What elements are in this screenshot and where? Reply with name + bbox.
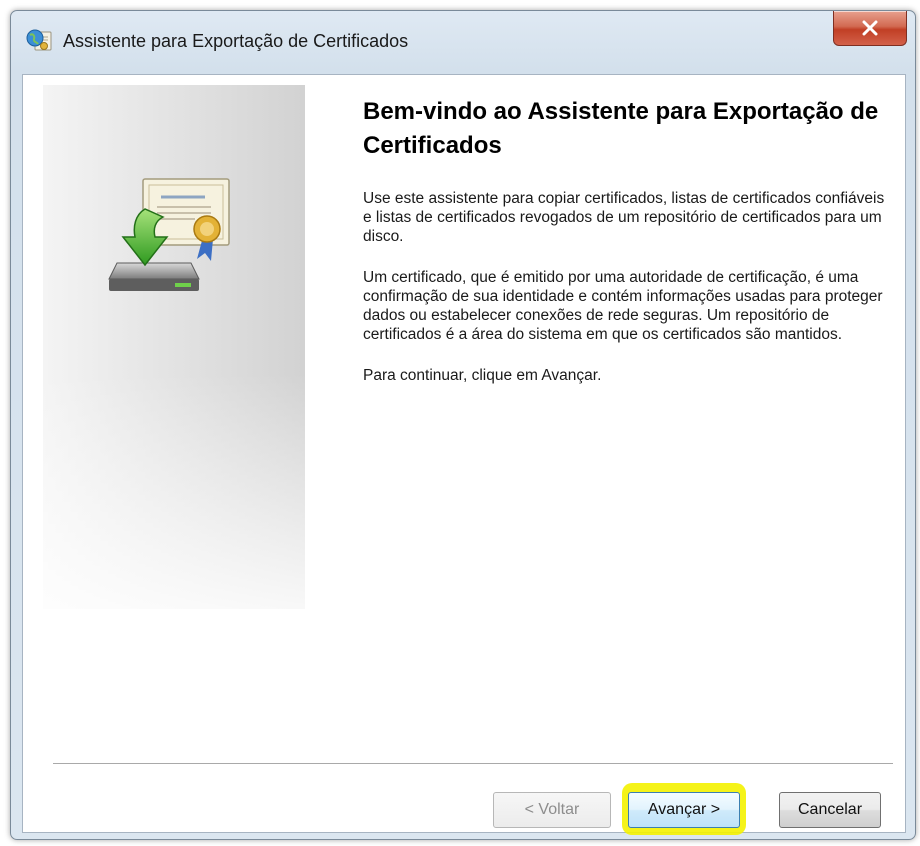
back-button[interactable]: < Voltar <box>493 792 611 828</box>
window-title: Assistente para Exportação de Certificad… <box>63 31 409 51</box>
title-bar[interactable]: Assistente para Exportação de Certificad… <box>11 11 915 73</box>
export-wizard-window: Assistente para Exportação de Certificad… <box>10 10 916 840</box>
wizard-side-banner <box>43 85 305 609</box>
cancel-button[interactable]: Cancelar <box>779 792 881 828</box>
certificate-export-disk-icon <box>108 178 230 291</box>
intro-paragraph: Use este assistente para copiar certific… <box>363 190 885 245</box>
certificate-description-paragraph: Um certificado, que é emitido por uma au… <box>363 269 883 343</box>
next-button[interactable]: Avançar > <box>628 792 740 828</box>
close-icon <box>862 20 878 36</box>
wizard-client-area: Bem-vindo ao Assistente para Exportação … <box>22 74 906 835</box>
wizard-heading: Bem-vindo ao Assistente para Exportação … <box>363 98 879 159</box>
close-button[interactable] <box>833 11 907 46</box>
button-separator <box>53 763 893 765</box>
certificate-globe-icon <box>26 29 52 51</box>
continue-instruction: Para continuar, clique em Avançar. <box>363 367 602 384</box>
wizard-content: Bem-vindo ao Assistente para Exportação … <box>363 95 893 407</box>
